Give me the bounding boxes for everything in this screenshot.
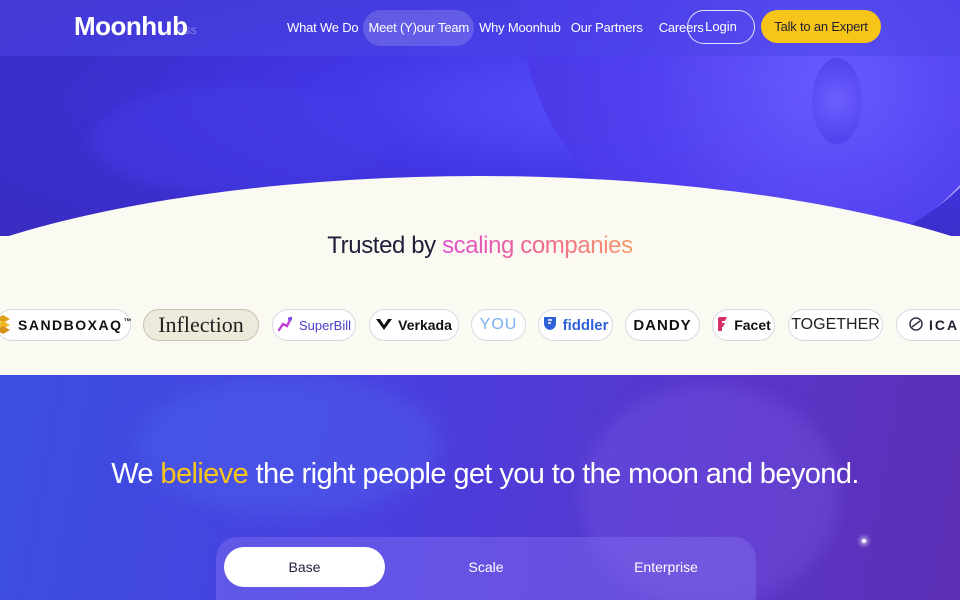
trusted-title: Trusted by scaling companies (0, 232, 960, 260)
nav-link-our-partners[interactable]: Our Partners (566, 10, 648, 46)
logo-faded-text: ess (178, 23, 197, 37)
logo-label: SuperBill (298, 317, 352, 333)
tab-base[interactable]: Base (224, 547, 385, 587)
tab-enterprise[interactable]: Enterprise (586, 547, 746, 587)
logo-label: ICAN (929, 317, 960, 333)
logo-facet[interactable]: Facet (712, 309, 775, 341)
logo-fiddler[interactable]: fiddler (538, 309, 613, 341)
logo-superbill[interactable]: SuperBill (272, 309, 356, 341)
trusted-title-highlight: scaling companies (442, 232, 633, 259)
trusted-section (0, 176, 960, 375)
partner-logos-strip: SANDBOXAQ ™ Inflection SuperBill Verkada … (0, 309, 960, 343)
superbill-logo-icon (277, 316, 293, 335)
nav-link-why-moonhub[interactable]: Why Moonhub (474, 10, 566, 46)
star-sparkle-icon (862, 539, 866, 543)
dandy-logo: DANDY (633, 316, 692, 334)
login-button[interactable]: Login (687, 10, 755, 44)
facet-logo-icon (716, 316, 728, 335)
you-logo: YOU (479, 316, 518, 333)
ican-logo-icon (909, 316, 923, 334)
together-logo: TOGETHER (791, 316, 880, 333)
logo-verkada[interactable]: Verkada (369, 309, 459, 341)
inflection-logo: Inflection (158, 312, 244, 337)
headline-accent: believe (160, 458, 249, 490)
mission-headline: We believe the right people get you to t… (0, 458, 960, 491)
talk-to-expert-button[interactable]: Talk to an Expert (761, 10, 881, 43)
sandboxaq-logo-icon (0, 314, 12, 337)
logo-label: Verkada (398, 317, 452, 333)
logo-label: SANDBOXAQ (18, 317, 123, 333)
logo-inflection[interactable]: Inflection (143, 309, 259, 341)
logo-label: Facet (734, 317, 771, 333)
background-haze (140, 375, 440, 515)
logo-label: fiddler (562, 316, 609, 334)
logo-ican[interactable]: ICAN (896, 309, 960, 341)
logo-together[interactable]: TOGETHER (788, 309, 883, 341)
headline-post: the right people get you to the moon and… (248, 458, 860, 490)
logo-suffix: ™ (123, 317, 134, 326)
nav-link-meet-our-team[interactable]: Meet (Y)our Team (363, 10, 475, 46)
fiddler-logo-icon (543, 315, 557, 335)
logo-you[interactable]: YOU (471, 309, 526, 341)
logo-dandy[interactable]: DANDY (625, 309, 700, 341)
headline-pre: We (111, 458, 161, 490)
logo-sandboxaq[interactable]: SANDBOXAQ ™ (0, 309, 134, 341)
nav-link-what-we-do[interactable]: What We Do (282, 10, 363, 46)
nav-links: What We Do Meet (Y)our Team Why Moonhub … (282, 10, 709, 46)
tab-scale[interactable]: Scale (406, 547, 566, 587)
trusted-title-prefix: Trusted by (327, 232, 443, 259)
small-moon-illustration (812, 58, 862, 144)
top-navigation: Moonhub ess What We Do Meet (Y)our Team … (0, 0, 960, 56)
verkada-logo-icon (376, 317, 393, 334)
moonhub-logo[interactable]: Moonhub (74, 11, 188, 43)
plan-tabs: Base Scale Enterprise (216, 537, 756, 600)
logo-text: Moonhub (74, 11, 188, 41)
